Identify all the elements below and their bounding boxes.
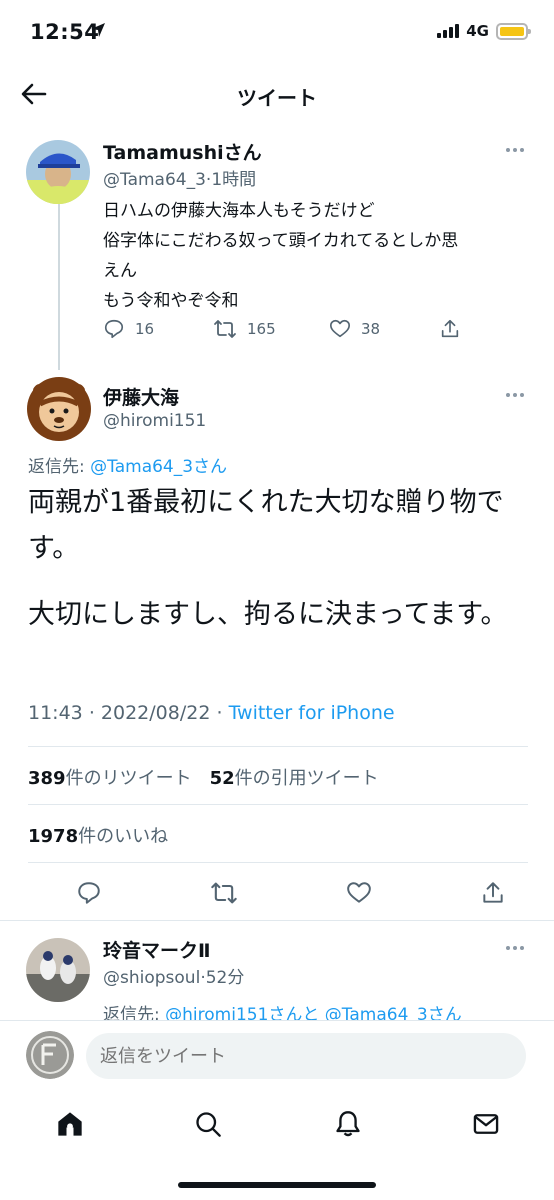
nav-bar: ツイート [0,64,554,124]
tweet-time: 11:43 [28,702,83,724]
tweet-paragraph: 大切にしますし、拘るに決まってます。 [28,599,508,630]
reply-icon [78,882,100,904]
tweet-date: 2022/08/22 [100,702,211,724]
quote-count: 52 [209,768,235,789]
tweet-time: 52分 [205,968,245,988]
status-indicators: 4G [437,22,531,40]
tab-home[interactable] [54,1108,86,1140]
tweet-text: 日ハムの伊藤大海本人もそうだけど 俗字体にこだわる奴って頭イカれてるとしか思 え… [103,196,533,316]
share-icon [441,319,459,338]
like-action[interactable]: 38 [329,318,439,340]
quotes-stat[interactable]: 52件の引用ツイート [210,764,379,790]
status-bar: 12:54 4G [0,0,554,64]
tweet-meta: 11:43 · 2022/08/22 · Twitter for iPhone [28,702,395,724]
battery-icon [496,22,531,40]
tab-notifications[interactable] [332,1108,364,1140]
retweet-action[interactable] [210,880,238,906]
retweet-action[interactable]: 165 [213,318,329,340]
share-action[interactable] [480,880,506,906]
author-handle-time: @shiopsoul·52分 [103,963,244,988]
author-name[interactable]: 玲音マークⅡ [103,936,211,963]
like-count: 1978 [28,826,79,847]
tweet-text-line: もう令和やぞ令和 [103,291,239,311]
author-handle-time: @Tama64_3·1時間 [103,165,256,190]
tweet-text-line: えん [103,261,137,281]
retweet-label: 件のリツイート [65,768,192,789]
likes-stat[interactable]: 1978件のいいね [28,822,168,848]
status-time: 12:54 [30,20,100,44]
tweet-text: 両親が1番最初にくれた大切な贈り物です。 大切にしますし、拘るに決まってます。 [28,480,528,658]
reply-action[interactable]: 16 [103,318,213,340]
tweet-paragraph: 両親が1番最初にくれた大切な贈り物です。 [28,487,504,564]
avatar-tamamushi[interactable] [26,140,90,204]
avatar-current-user[interactable] [26,1031,74,1079]
like-count: 38 [361,320,381,338]
retweet-icon [214,320,236,338]
divider [28,746,528,747]
reply-input[interactable] [86,1033,526,1079]
tweet-source-link[interactable]: Twitter for iPhone [229,702,395,724]
page-title: ツイート [237,86,317,110]
search-icon [196,1112,221,1137]
author-name[interactable]: Tamamushiさん [103,138,262,165]
thread-line [58,204,60,370]
author-handle[interactable]: @hiromi151 [103,411,206,431]
tweet-text-line: 俗字体にこだわる奴って頭イカれてるとしか思 [103,231,459,251]
tab-bar [0,1094,554,1200]
like-label: 件のいいね [78,826,169,847]
home-icon [58,1112,82,1136]
retweet-icon [211,882,237,904]
tweet-actions: 16 165 38 [103,318,533,340]
location-arrow-icon [91,23,105,37]
divider [28,804,528,805]
tab-messages[interactable] [470,1108,502,1140]
separator-dot: · [88,702,95,724]
like-action[interactable] [346,880,372,906]
quote-label: 件の引用ツイート [234,768,379,789]
avatar-shiopsoul[interactable] [26,938,90,1002]
author-handle[interactable]: @Tama64_3 [103,170,206,190]
home-indicator [178,1182,376,1188]
tweet-text-line: 日ハムの伊藤大海本人もそうだけど [103,201,375,221]
retweet-stats: 389件のリツイート 52件の引用ツイート [28,764,379,790]
divider [0,920,554,921]
reply-to-link[interactable]: @Tama64_3さん [90,457,227,477]
like-icon [347,882,371,903]
signal-icon [437,24,460,38]
like-stats: 1978件のいいね [28,822,168,848]
like-icon [330,319,350,338]
retweets-stat[interactable]: 389件のリツイート [28,764,192,790]
retweet-count: 389 [28,768,66,789]
reply-count: 16 [135,320,155,338]
reply-to: 返信先: @Tama64_3さん [28,452,227,477]
more-icon[interactable] [506,148,524,152]
messages-icon [473,1114,499,1134]
author-name[interactable]: 伊藤大海 [103,383,179,410]
more-icon[interactable] [506,393,524,397]
main-tweet-actions [76,880,506,906]
separator-dot: · [216,702,223,724]
share-action[interactable] [439,318,461,340]
notifications-icon [336,1111,360,1137]
network-type: 4G [466,22,489,40]
reply-icon [104,319,124,339]
more-icon[interactable] [506,946,524,950]
reply-to-label: 返信先: [28,457,85,477]
tweet-time: 1時間 [211,170,257,190]
divider [28,862,528,863]
reply-composer [0,1020,554,1094]
retweet-count: 165 [247,320,276,338]
reply-action[interactable] [76,880,102,906]
tab-search[interactable] [192,1108,224,1140]
share-icon [483,882,503,903]
author-handle[interactable]: @shiopsoul [103,968,200,988]
avatar-hiromi151[interactable] [26,376,92,442]
